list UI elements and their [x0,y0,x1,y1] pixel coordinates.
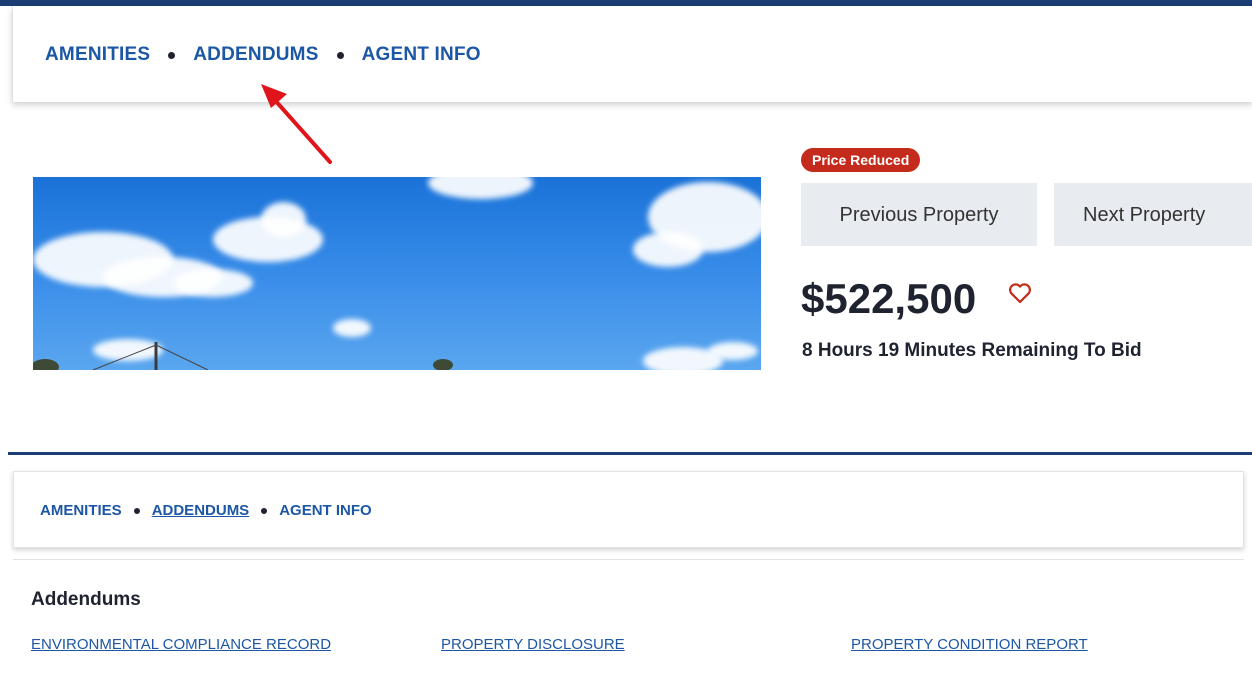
previous-property-button[interactable]: Previous Property [801,183,1037,246]
section-nav: AMENITIES ADDENDUMS AGENT INFO [45,44,481,66]
nav-amenities-link[interactable]: AMENITIES [40,502,122,519]
addendum-link-disclosure[interactable]: PROPERTY DISCLOSURE [441,636,625,653]
addendum-link-environmental[interactable]: ENVIRONMENTAL COMPLIANCE RECORD [31,636,331,653]
nav-agent-info-link[interactable]: AGENT INFO [279,502,372,519]
section-nav: AMENITIES ADDENDUMS AGENT INFO [40,502,372,519]
nav-agent-info-link[interactable]: AGENT INFO [362,44,481,66]
bottom-accent-border [8,452,1252,455]
property-photo[interactable] [33,177,761,370]
next-property-button[interactable]: Next Property [1054,183,1252,246]
nav-separator-dot [133,507,140,514]
section-divider [13,559,1244,560]
property-price: $522,500 [801,275,977,322]
section-nav-card: AMENITIES ADDENDUMS AGENT INFO [13,471,1244,548]
nav-separator-dot [336,51,344,59]
nav-separator-dot [261,507,268,514]
nav-amenities-link[interactable]: AMENITIES [45,44,150,66]
heart-outline-icon[interactable] [1008,282,1032,304]
top-screenshot-panel: AMENITIES ADDENDUMS AGENT INFO Price Red… [0,0,1252,370]
bottom-screenshot-panel: AMENITIES ADDENDUMS AGENT INFO Addendums… [0,452,1252,685]
nav-addendums-link[interactable]: ADDENDUMS [193,44,318,66]
nav-separator-dot [168,51,176,59]
bid-time-remaining: 8 Hours 19 Minutes Remaining To Bid [802,340,1142,361]
utility-pole-icon [33,342,453,370]
section-nav-card: AMENITIES ADDENDUMS AGENT INFO [12,6,1252,102]
price-reduced-badge: Price Reduced [801,148,921,172]
addendum-link-condition-report[interactable]: PROPERTY CONDITION REPORT [851,636,1088,653]
red-arrow-annotation-icon [261,84,332,164]
addendums-heading: Addendums [31,589,141,610]
nav-addendums-link-active[interactable]: ADDENDUMS [152,502,250,519]
